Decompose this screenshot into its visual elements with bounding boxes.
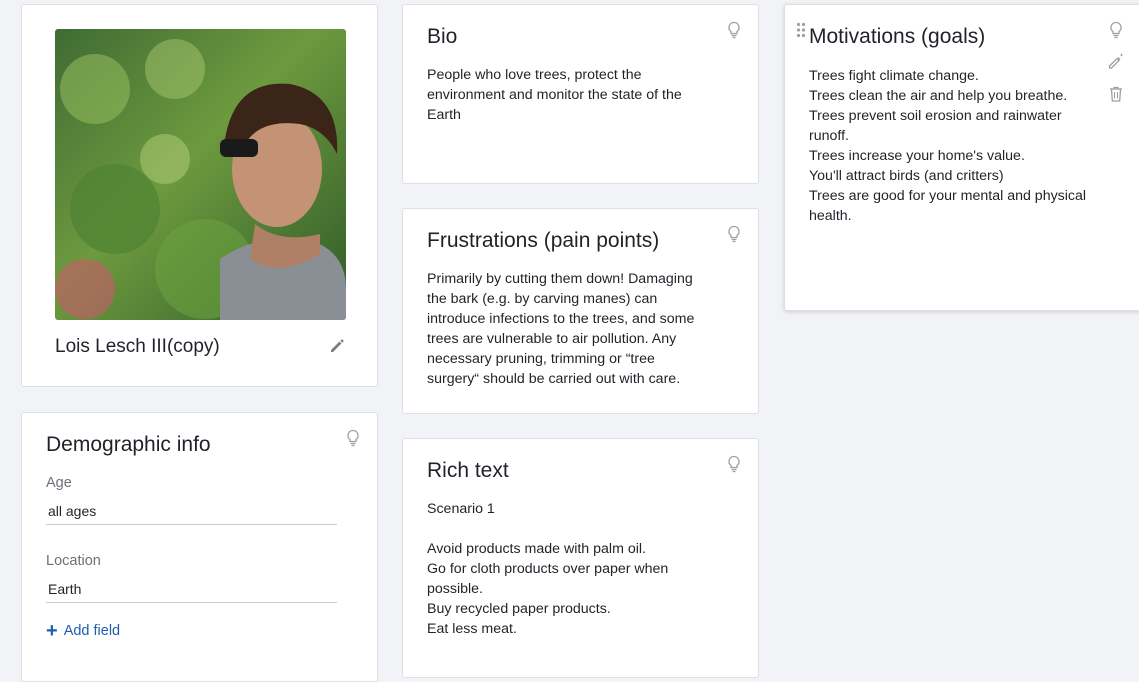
text-line: Trees are good for your mental and physi… bbox=[809, 188, 1087, 204]
lightbulb-icon[interactable] bbox=[345, 429, 361, 447]
bio-text[interactable]: People who love trees, protect the envir… bbox=[427, 65, 682, 125]
text-line: environment and monitor the state of the bbox=[427, 87, 682, 103]
text-line: Eat less meat. bbox=[427, 621, 517, 637]
lightbulb-icon[interactable] bbox=[726, 455, 742, 473]
text-line: Buy recycled paper products. bbox=[427, 601, 611, 617]
trash-icon[interactable] bbox=[1107, 85, 1125, 103]
text-line: health. bbox=[809, 208, 852, 224]
magic-pencil-icon[interactable] bbox=[1107, 52, 1125, 70]
pencil-icon[interactable] bbox=[328, 337, 346, 355]
card-title: Rich text bbox=[427, 459, 509, 482]
text-line: Primarily by cutting them down! Damaging bbox=[427, 271, 693, 287]
text-line: You'll attract birds (and critters) bbox=[809, 168, 1004, 184]
text-line: runoff. bbox=[809, 128, 849, 144]
text-line: Earth bbox=[427, 107, 461, 123]
card-title: Motivations (goals) bbox=[809, 25, 986, 48]
text-line: Trees increase your home's value. bbox=[809, 148, 1025, 164]
profile-photo bbox=[55, 29, 346, 320]
text-line: Avoid products made with palm oil. bbox=[427, 541, 646, 557]
age-label: Age bbox=[46, 475, 72, 491]
text-line: surgery“ should be carried out with care… bbox=[427, 371, 681, 387]
drag-handle-icon[interactable] bbox=[796, 22, 806, 38]
text-line: Trees prevent soil erosion and rainwater bbox=[809, 108, 1062, 124]
add-field-button[interactable]: + Add field bbox=[46, 620, 121, 642]
bio-card[interactable]: Bio People who love trees, protect the e… bbox=[402, 4, 759, 184]
card-title: Frustrations (pain points) bbox=[427, 229, 660, 252]
text-line: Go for cloth products over paper when bbox=[427, 561, 669, 577]
frustrations-card[interactable]: Frustrations (pain points) Primarily by … bbox=[402, 208, 759, 414]
frustrations-text[interactable]: Primarily by cutting them down! Damaging… bbox=[427, 269, 694, 389]
plus-icon: + bbox=[46, 620, 58, 642]
rich-text-card[interactable]: Rich text Scenario 1 Avoid products made… bbox=[402, 438, 759, 678]
lightbulb-icon[interactable] bbox=[1108, 21, 1126, 39]
text-line: possible. bbox=[427, 581, 483, 597]
motivations-card[interactable]: Motivations (goals) Trees fight climate … bbox=[784, 4, 1139, 311]
profile-card: Lois Lesch III(copy) bbox=[21, 4, 378, 387]
age-field[interactable]: all ages bbox=[46, 499, 337, 525]
demographic-card: Demographic info Age all ages Location E… bbox=[21, 412, 378, 682]
card-title: Demographic info bbox=[46, 433, 211, 456]
text-line: People who love trees, protect the bbox=[427, 67, 642, 83]
motivations-text[interactable]: Trees fight climate change. Trees clean … bbox=[809, 66, 1086, 226]
text-line: necessary pruning, trimming or “tree bbox=[427, 351, 655, 367]
text-line: Scenario 1 bbox=[427, 501, 495, 517]
location-field[interactable]: Earth bbox=[46, 577, 337, 603]
text-line: Trees clean the air and help you breathe… bbox=[809, 88, 1068, 104]
lightbulb-icon[interactable] bbox=[726, 21, 742, 39]
profile-name: Lois Lesch III(copy) bbox=[55, 336, 220, 357]
text-line bbox=[427, 519, 668, 539]
text-line: trees are vulnerable to air pollution. A… bbox=[427, 331, 677, 347]
lightbulb-icon[interactable] bbox=[726, 225, 742, 243]
add-field-label: Add field bbox=[63, 623, 121, 639]
rich-text-content[interactable]: Scenario 1 Avoid products made with palm… bbox=[427, 499, 668, 639]
location-label: Location bbox=[46, 553, 101, 569]
text-line: introduce infections to the trees, and s… bbox=[427, 311, 695, 327]
text-line: Trees fight climate change. bbox=[809, 68, 979, 84]
text-line: the bark (e.g. by carving manes) can bbox=[427, 291, 658, 307]
card-title: Bio bbox=[427, 25, 458, 48]
